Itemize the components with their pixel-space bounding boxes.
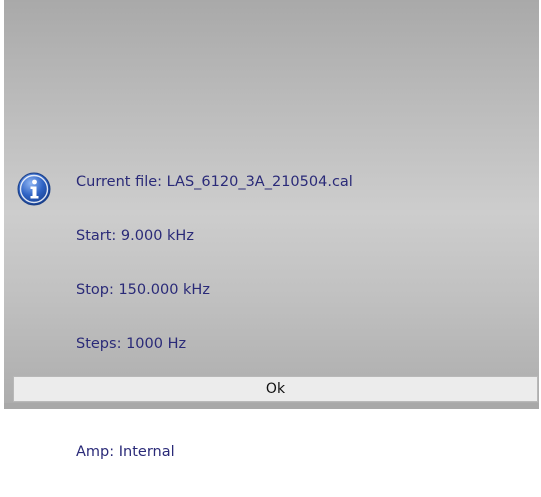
dialog-bottom-edge [4,403,539,409]
ok-button[interactable]: Ok [13,376,538,402]
info-dialog: Current file: LAS_6120_3A_210504.cal Sta… [4,0,539,460]
message-line-start: Start: 9.000 kHz [76,228,194,244]
dialog-message: Current file: LAS_6120_3A_210504.cal Sta… [76,137,353,497]
info-icon [17,172,51,206]
message-line-current-file: Current file: LAS_6120_3A_210504.cal [76,174,353,190]
message-line-stop: Stop: 150.000 kHz [76,282,210,298]
message-line-amp: Amp: Internal [76,444,175,460]
ok-button-label: Ok [265,381,286,397]
message-line-steps: Steps: 1000 Hz [76,336,187,352]
